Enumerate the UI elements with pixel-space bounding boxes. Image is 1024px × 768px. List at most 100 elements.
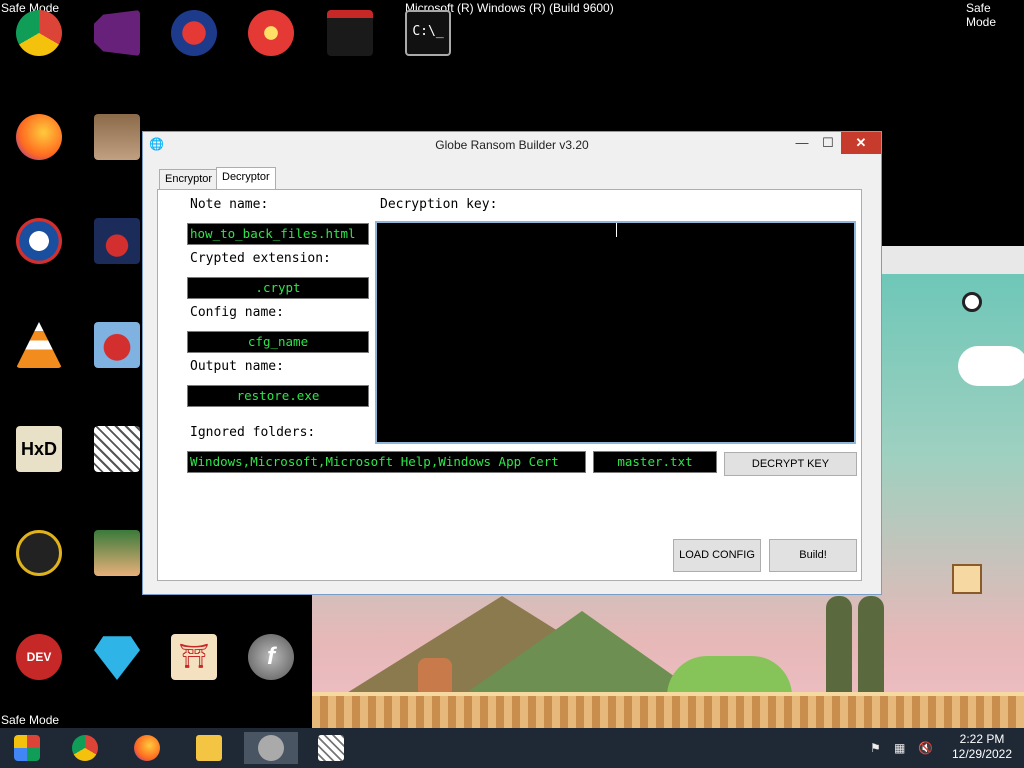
desktop-icon-visually-stupid[interactable]: Visually Stupid... xyxy=(78,10,156,88)
desktop-icon-not-dogshit[interactable]: DEV Not Dogshit xyxy=(0,634,78,698)
chrome-icon xyxy=(72,735,98,761)
build-button[interactable]: Build! xyxy=(769,539,857,572)
desktop-icon-osama-bin-laden[interactable]: OSAMA BIN LADEN BR... xyxy=(0,218,78,296)
zelda-icon xyxy=(94,530,140,576)
bush-sprite xyxy=(667,656,792,696)
flash-icon: f xyxy=(248,634,294,680)
desktop-icon-label: HxD xyxy=(0,475,26,490)
angry-birds-space-icon xyxy=(94,218,140,264)
desktop-icon-shopping[interactable]: f ShoppingC... xyxy=(232,634,310,698)
start-icon xyxy=(14,735,40,761)
dev-cpp-icon: DEV xyxy=(16,634,62,680)
desktop-icon-label: Super Hild xyxy=(78,475,139,490)
decrypt-key-button[interactable]: DECRYPT KEY xyxy=(724,452,857,476)
desktop-icon-good-game2[interactable]: ⛩ good game2 xyxy=(155,634,233,698)
vlc-icon xyxy=(16,322,62,368)
desktop-icon-vlc[interactable]: VLC media player xyxy=(0,322,78,400)
tree-sprite xyxy=(858,596,884,692)
desktop-icon-label: good game2 xyxy=(155,683,228,698)
safe-mode-label-bottom-left: Safe Mode xyxy=(1,713,60,727)
taskbar: ⚑ ▦ 🔇 2:22 PM 12/29/2022 xyxy=(0,728,1024,768)
taskbar-pixel-game[interactable] xyxy=(308,732,354,764)
desktop-icon-steven-universe-2[interactable]: steven univer... xyxy=(78,634,156,712)
desktop-icon-label: Dogshit xyxy=(0,579,45,594)
firefox-icon xyxy=(16,114,62,160)
tree-sprite xyxy=(826,596,852,692)
ibeam-cursor-icon: I xyxy=(660,228,664,244)
desktop-icon-steven-universe[interactable]: steven univer... xyxy=(155,10,233,88)
mountain-sprite xyxy=(462,611,702,696)
firefox-icon xyxy=(134,735,160,761)
chrome-icon xyxy=(16,10,62,56)
system-clock[interactable]: 2:22 PM 12/29/2022 xyxy=(942,732,1022,762)
desktop-icon-label: VLC media player xyxy=(6,371,72,400)
config-name-label: Config name: xyxy=(190,305,284,320)
network-icon[interactable]: ▦ xyxy=(894,741,905,755)
load-config-button[interactable]: LOAD CONFIG xyxy=(673,539,761,572)
diamond-icon xyxy=(94,636,140,680)
taskbar-chrome[interactable] xyxy=(62,732,108,764)
taskbar-globe-builder[interactable] xyxy=(244,732,298,764)
safe-mode-label-top-right: Safe Mode xyxy=(966,1,997,29)
desktop-icon-label: PEG MY WIFE! xyxy=(245,59,297,88)
folder-icon xyxy=(196,735,222,761)
desktop-icon-hxd[interactable]: HxD HxD xyxy=(0,426,78,490)
desktop-icon-papers-please[interactable]: Papers, Please xyxy=(311,10,389,88)
decryption-key-textarea[interactable] xyxy=(375,221,856,444)
maximize-button[interactable]: ☐ xyxy=(815,132,841,154)
desktop-icon-label: ShoppingC... xyxy=(232,683,308,698)
output-name-field[interactable]: restore.exe xyxy=(187,385,369,407)
clock-date: 12/29/2022 xyxy=(951,747,1013,761)
chicken-icon xyxy=(94,114,140,160)
hxd-icon: HxD xyxy=(16,426,62,472)
globe-ransom-builder-window[interactable]: 🌐 Globe Ransom Builder v3.20 — ☐ ✕ Encry… xyxy=(142,131,882,595)
note-name-field[interactable]: how_to_back_files.html xyxy=(187,223,369,245)
crypted-extension-label: Crypted extension: xyxy=(190,251,331,266)
steven-universe-icon xyxy=(171,10,217,56)
close-button[interactable]: ✕ xyxy=(841,132,881,154)
tab-encryptor[interactable]: Encryptor xyxy=(159,169,219,189)
desktop-icon-peg-my-wife[interactable]: PEG MY WIFE! xyxy=(232,10,310,88)
desktop-icon-label: steven univer... xyxy=(94,683,140,712)
minimize-button[interactable]: — xyxy=(789,132,815,154)
pixel-cat-icon xyxy=(94,426,140,472)
desktop-icon-furry-cucks[interactable]: FURRY CUCKS xyxy=(0,114,78,192)
decryption-key-label: Decryption key: xyxy=(380,197,498,212)
cpp-icon xyxy=(16,530,62,576)
window-titlebar[interactable]: 🌐 Globe Ransom Builder v3.20 — ☐ ✕ xyxy=(143,132,881,158)
taskbar-file-explorer[interactable] xyxy=(186,732,232,764)
clock-icon xyxy=(962,292,982,312)
text-caret xyxy=(616,223,617,237)
flag-icon[interactable]: ⚑ xyxy=(870,741,881,755)
config-name-field[interactable]: cfg_name xyxy=(187,331,369,353)
desktop-icon-label: CHRONES DISEASE xyxy=(6,59,72,88)
volume-icon[interactable]: 🔇 xyxy=(918,741,933,755)
desktop-icon-label: Visually Stupid... xyxy=(93,59,141,88)
torii-icon: ⛩ xyxy=(171,634,217,680)
cmd-icon: C:\_ xyxy=(405,10,451,56)
desktop-icon-label: Papers, Please xyxy=(327,59,373,88)
angry-birds-icon xyxy=(94,322,140,368)
enemy-sprite xyxy=(418,658,452,692)
crypted-extension-field[interactable]: .crypt xyxy=(187,277,369,299)
taskbar-firefox[interactable] xyxy=(124,732,170,764)
game-ground xyxy=(312,692,1024,728)
desktop-icon-label: FURRY CUCKS xyxy=(16,163,62,192)
ignored-folders-label: Ignored folders: xyxy=(190,425,316,440)
master-file-field[interactable]: master.txt xyxy=(593,451,717,473)
clock-time: 2:22 PM xyxy=(959,732,1005,746)
desktop-icon-chrones-disease[interactable]: CHRONES DISEASE xyxy=(0,10,78,88)
desktop-icon-dogshit[interactable]: Dogshit xyxy=(0,530,78,594)
ignored-folders-field[interactable]: Windows,Microsoft,Microsoft Help,Windows… xyxy=(187,451,586,473)
block-face-sprite xyxy=(952,564,982,594)
desktop-icon-label: OSAMA BIN LADEN BR... xyxy=(1,267,77,296)
window-title: Globe Ransom Builder v3.20 xyxy=(435,138,589,152)
desktop-icon-label: Not Dogshit xyxy=(0,683,68,698)
desktop-icon-label: 2PACALYPSE 2.3 xyxy=(389,59,472,88)
pixel-cat-icon xyxy=(318,735,344,761)
papers-please-icon xyxy=(327,10,373,56)
desktop-icon-2pacalypse[interactable]: C:\_ 2PACALYPSE 2.3 xyxy=(389,10,472,88)
start-button[interactable] xyxy=(4,732,50,764)
obama-logo-icon xyxy=(16,218,62,264)
tab-decryptor[interactable]: Decryptor xyxy=(216,167,276,190)
